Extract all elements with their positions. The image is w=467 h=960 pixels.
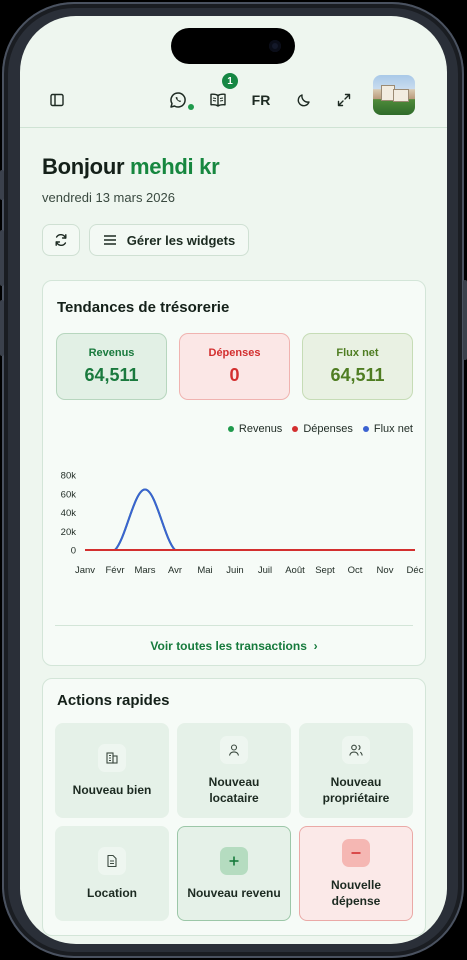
y-tick-label: 80k	[61, 471, 77, 482]
x-tick-label: Avr	[168, 565, 182, 576]
x-tick-label: Févr	[106, 565, 125, 576]
online-indicator	[188, 104, 194, 110]
whatsapp-icon	[170, 92, 186, 108]
view-all-label: Voir toutes les transactions	[150, 639, 307, 653]
legend-dot	[227, 426, 234, 432]
treasury-title: Tendances de trésorerie	[57, 299, 230, 316]
volume-down-button	[0, 300, 4, 356]
side-button	[0, 170, 4, 200]
y-tick-label: 0	[71, 546, 76, 557]
view-all-transactions-link[interactable]: Voir toutes les transactions ›	[43, 639, 425, 653]
stat-revenus: Revenus 64,511	[56, 333, 167, 400]
avatar-building-shape	[393, 89, 409, 102]
new-tenant-button[interactable]: Nouveau locataire	[177, 723, 291, 818]
quick-action-label: Nouveau revenu	[187, 885, 281, 900]
manage-widgets-button[interactable]: Gérer les widgets	[89, 224, 249, 256]
stat-label: Revenus	[88, 347, 135, 359]
x-tick-label: Sept	[315, 565, 335, 576]
language-switch[interactable]: FR	[246, 72, 276, 128]
legend-dot	[362, 426, 369, 432]
x-tick-label: Déc	[407, 565, 424, 576]
menu-icon	[103, 235, 116, 245]
series-line-0	[85, 488, 415, 551]
divider	[55, 625, 413, 626]
minus-icon	[342, 838, 370, 867]
stat-label: Dépenses	[208, 347, 261, 359]
stat-value: 0	[229, 365, 240, 385]
quick-action-label: Nouvelle dépense	[330, 877, 381, 908]
x-tick-label: Janv	[75, 565, 95, 576]
volume-up-button	[0, 230, 4, 286]
users-icon	[342, 735, 370, 764]
refresh-button[interactable]	[42, 224, 80, 256]
x-tick-label: Oct	[348, 565, 363, 576]
y-tick-label: 20k	[61, 527, 77, 538]
dynamic-island	[171, 28, 295, 64]
chart-legend: Revenus Dépenses Flux net	[227, 423, 413, 435]
legend-label: Revenus	[238, 423, 283, 435]
stat-label: Flux net	[336, 347, 379, 359]
quick-action-label: Nouveau bien	[72, 782, 152, 797]
rental-button[interactable]: Location	[55, 826, 169, 921]
legend-item[interactable]: Dépenses	[292, 423, 353, 435]
fullscreen-button[interactable]	[330, 72, 358, 128]
quick-actions-card: Actions rapides Nouveau bien Nouveau loc…	[42, 678, 426, 936]
theme-toggle-button[interactable]	[290, 72, 318, 128]
refresh-icon	[55, 234, 67, 246]
new-owner-button[interactable]: Nouveau propriétaire	[299, 723, 413, 818]
stat-flux-net: Flux net 64,511	[302, 333, 413, 400]
new-property-button[interactable]: Nouveau bien	[55, 723, 169, 818]
notification-badge: 1	[222, 73, 238, 89]
book-icon	[210, 93, 226, 107]
x-tick-label: Août	[285, 565, 305, 576]
stat-value: 64,511	[330, 365, 385, 385]
y-tick-label: 60k	[61, 489, 77, 500]
x-tick-label: Juil	[258, 565, 272, 576]
expand-icon	[337, 93, 351, 107]
x-tick-label: Mai	[197, 565, 212, 576]
legend-label: Flux net	[373, 423, 413, 435]
current-date: vendredi 13 mars 2026	[42, 190, 175, 205]
user-name: mehdi kr	[130, 154, 220, 179]
y-tick-label: 40k	[61, 508, 77, 519]
document-icon	[98, 846, 126, 875]
x-tick-label: Nov	[377, 565, 394, 576]
plus-icon	[220, 846, 248, 875]
user-icon	[220, 735, 248, 764]
stat-depenses: Dépenses 0	[179, 333, 290, 400]
series-line-2	[85, 488, 415, 551]
avatar[interactable]	[373, 75, 415, 115]
x-tick-label: Juin	[226, 565, 243, 576]
quick-actions-title: Actions rapides	[57, 692, 170, 709]
manage-widgets-label: Gérer les widgets	[126, 232, 236, 248]
treasury-card: Tendances de trésorerie Revenus 64,511 D…	[42, 280, 426, 666]
greeting-text: Bonjour	[42, 154, 125, 179]
new-income-button[interactable]: Nouveau revenu	[177, 826, 291, 921]
page-title: Bonjour mehdi kr	[42, 154, 220, 180]
quick-action-label: Location	[87, 885, 137, 900]
sidebar-toggle-button[interactable]	[42, 72, 72, 128]
quick-action-label: Nouveau propriétaire	[322, 774, 390, 805]
legend-label: Dépenses	[303, 423, 353, 435]
stat-value: 64,511	[84, 365, 139, 385]
quick-action-label: Nouveau locataire	[208, 774, 260, 805]
legend-item[interactable]: Flux net	[362, 423, 413, 435]
new-expense-button[interactable]: Nouvelle dépense	[299, 826, 413, 921]
whatsapp-button[interactable]	[164, 72, 192, 128]
app-screen: 1 FR Bonjour mehdi kr vendredi 13 mars 2…	[20, 16, 447, 944]
building-icon	[98, 743, 126, 772]
power-button	[463, 280, 467, 360]
legend-dot	[292, 426, 299, 432]
camera-icon	[269, 40, 281, 52]
chevron-right-icon: ›	[310, 639, 318, 653]
x-tick-label: Mars	[134, 565, 155, 576]
treasury-line-chart: 80k 60k 40k 20k 0 Janv Févr Mars Avr Mai Juin Juil A…	[61, 471, 424, 577]
sidebar-icon	[50, 93, 64, 107]
moon-icon	[297, 94, 310, 107]
legend-item[interactable]: Revenus	[227, 423, 283, 435]
